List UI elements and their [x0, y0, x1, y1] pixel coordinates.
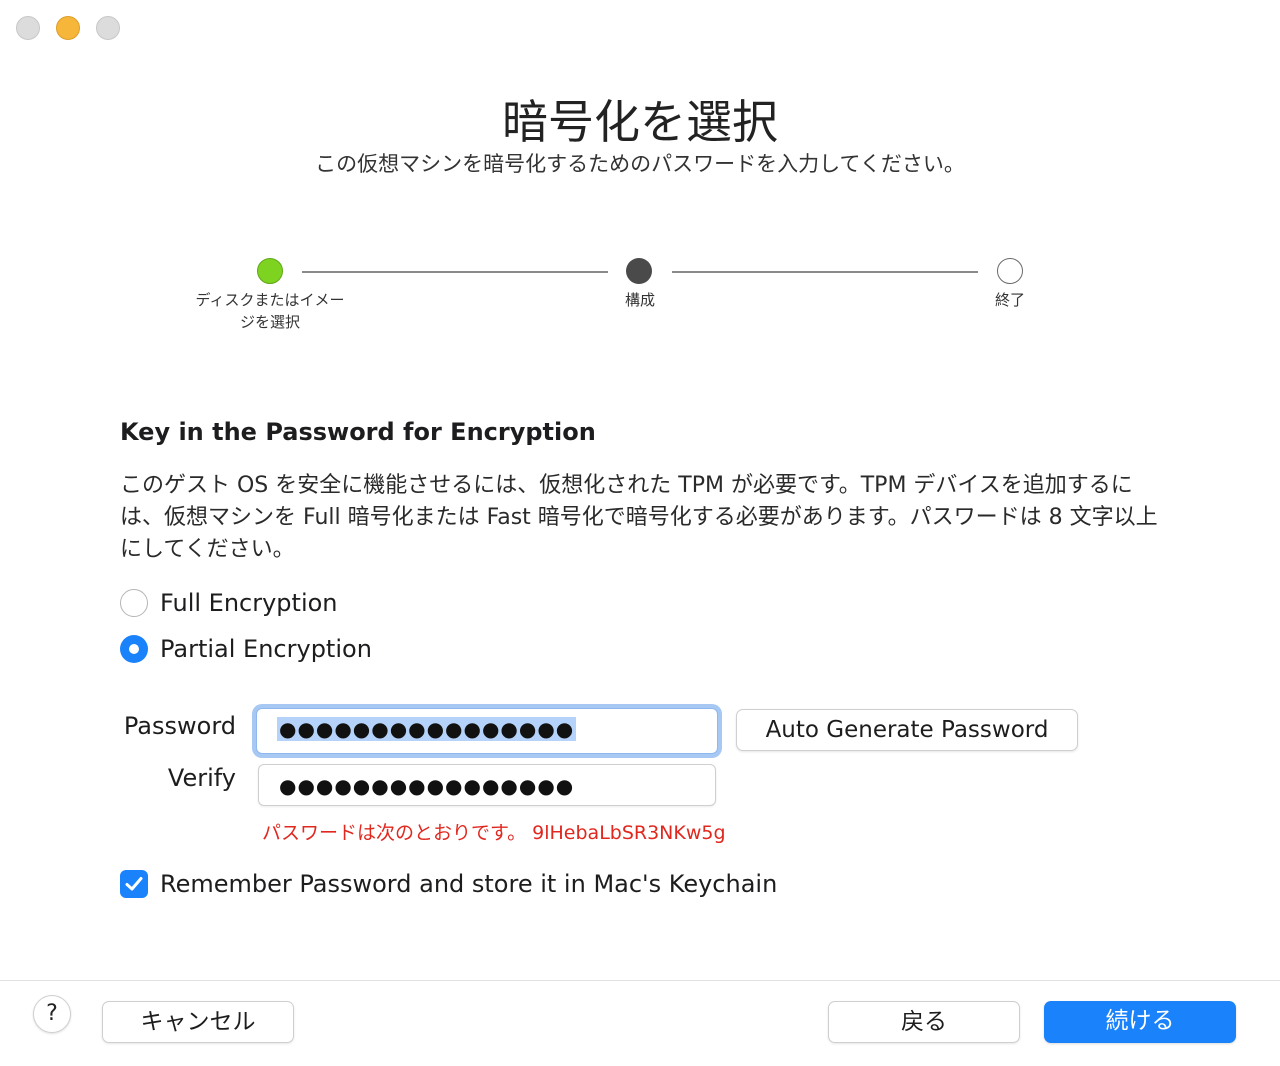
step-current-indicator: [626, 258, 652, 284]
section-title: Key in the Password for Encryption: [120, 418, 596, 446]
step-label-finish: 終了: [994, 291, 1025, 309]
step-todo-indicator: [997, 258, 1023, 284]
progress-stepper: ディスクまたはイメージを選択 構成 終了: [0, 258, 1280, 348]
description-text: このゲスト OS を安全に機能させるには、仮想化された TPM が必要です。TP…: [120, 473, 1158, 562]
step-label-select-disk: ディスクまたはイメージを選択: [195, 291, 345, 331]
step-label-configure: 構成: [624, 291, 655, 309]
verify-value: ●●●●●●●●●●●●●●●●: [279, 774, 575, 798]
full-encryption-label: Full Encryption: [160, 589, 338, 617]
radio-unselected-icon[interactable]: [120, 589, 148, 617]
help-button[interactable]: ?: [33, 995, 71, 1033]
zoom-button[interactable]: [96, 16, 120, 40]
full-encryption-option[interactable]: Full Encryption: [120, 589, 338, 617]
partial-encryption-option[interactable]: Partial Encryption: [120, 635, 372, 663]
window-controls: [16, 16, 120, 40]
back-button[interactable]: 戻る: [828, 1001, 1020, 1043]
remember-password-label: Remember Password and store it in Mac's …: [160, 870, 778, 898]
partial-encryption-label: Partial Encryption: [160, 635, 372, 663]
password-input[interactable]: ●●●●●●●●●●●●●●●●: [256, 708, 718, 754]
verify-password-input[interactable]: ●●●●●●●●●●●●●●●●: [258, 764, 716, 806]
cancel-button[interactable]: キャンセル: [102, 1001, 294, 1043]
step-done-indicator: [257, 258, 283, 284]
continue-button[interactable]: 続ける: [1044, 1001, 1236, 1043]
auto-generate-password-button[interactable]: Auto Generate Password: [736, 709, 1078, 751]
password-label: Password: [123, 712, 236, 740]
checkbox-checked-icon[interactable]: [120, 870, 148, 898]
stepper-connector: [302, 271, 608, 273]
verify-label: Verify: [167, 764, 236, 792]
radio-selected-icon[interactable]: [120, 635, 148, 663]
generated-password-message: パスワードは次のとおりです。 9lHebaLbSR3NKw5g: [262, 822, 726, 844]
close-button[interactable]: [16, 16, 40, 40]
minimize-button[interactable]: [56, 16, 80, 40]
page-title: 暗号化を選択: [502, 95, 778, 149]
stepper-connector: [672, 271, 978, 273]
footer-divider: [0, 980, 1280, 981]
remember-password-option[interactable]: Remember Password and store it in Mac's …: [120, 870, 777, 898]
password-value: ●●●●●●●●●●●●●●●●: [277, 717, 577, 741]
page-subtitle: この仮想マシンを暗号化するためのパスワードを入力してください。: [315, 152, 965, 176]
